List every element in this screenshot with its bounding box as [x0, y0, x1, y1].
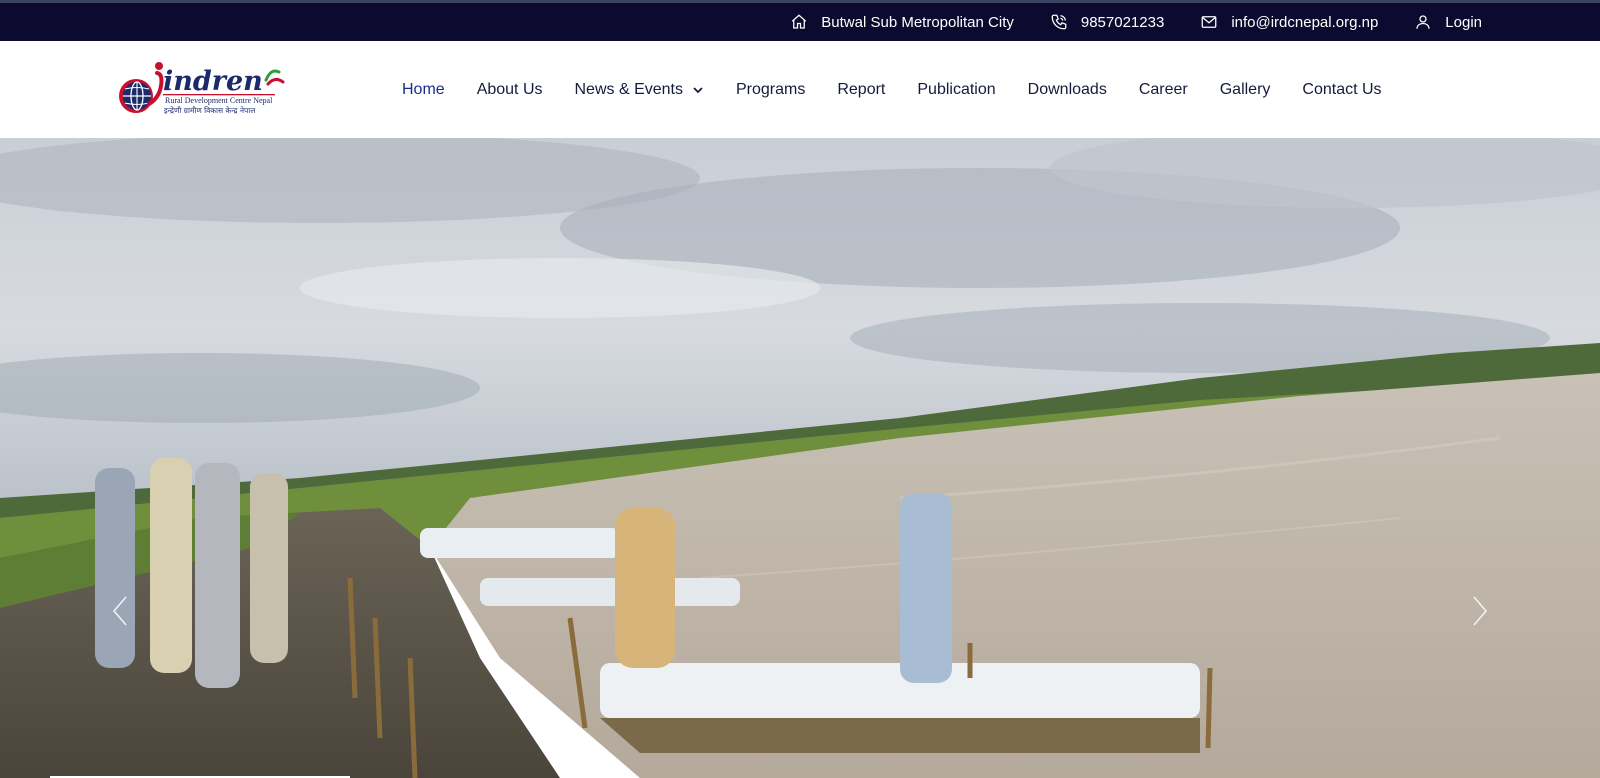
- logo-tagline-np: इन्द्रेणी ग्रामीण विकास केन्द्र नेपाल: [164, 106, 256, 115]
- top-contact-bar: Butwal Sub Metropolitan City 9857021233 …: [0, 0, 1600, 41]
- nav-career[interactable]: Career: [1139, 81, 1188, 99]
- home-icon: [792, 14, 807, 29]
- nav-home[interactable]: Home: [402, 81, 445, 99]
- slider-next-button[interactable]: [1468, 593, 1492, 629]
- login-link[interactable]: Login: [1414, 13, 1482, 31]
- nav-downloads[interactable]: Downloads: [1028, 81, 1107, 99]
- chevron-left-icon: [112, 596, 127, 626]
- email-text: info@irdcnepal.org.np: [1231, 13, 1379, 31]
- hero-image: [0, 138, 1600, 778]
- logo-tagline: Rural Development Centre Nepal: [165, 96, 273, 105]
- phone-icon: [1051, 14, 1067, 30]
- phone-link[interactable]: 9857021233: [1050, 13, 1164, 31]
- user-icon: [1416, 15, 1430, 29]
- slider-prev-button[interactable]: [108, 593, 132, 629]
- nav-news-events[interactable]: News & Events: [575, 81, 704, 99]
- location-text: Butwal Sub Metropolitan City: [821, 13, 1014, 31]
- location-link[interactable]: Butwal Sub Metropolitan City: [790, 13, 1014, 31]
- main-nav: Home About Us News & Events Programs Rep…: [402, 41, 1414, 138]
- phone-text: 9857021233: [1080, 13, 1165, 31]
- nav-publication[interactable]: Publication: [917, 81, 995, 99]
- email-link[interactable]: info@irdcnepal.org.np: [1200, 13, 1378, 31]
- nav-news-events-label: News & Events: [574, 80, 683, 98]
- mail-icon: [1201, 16, 1217, 28]
- hero-slider: [0, 138, 1600, 778]
- site-logo[interactable]: indren Rural Development Centre Nepal इन…: [117, 60, 287, 118]
- nav-programs[interactable]: Programs: [736, 81, 805, 99]
- chevron-down-icon: [693, 86, 703, 93]
- nav-contact-us[interactable]: Contact Us: [1302, 81, 1381, 99]
- logo-brand: indren: [163, 66, 263, 97]
- nav-report[interactable]: Report: [837, 81, 885, 99]
- login-text: Login: [1445, 13, 1482, 31]
- nav-about-us[interactable]: About Us: [477, 81, 543, 99]
- nav-gallery[interactable]: Gallery: [1220, 81, 1271, 99]
- globe-icon: [119, 79, 153, 113]
- chevron-right-icon: [1473, 596, 1488, 626]
- site-header: indren Rural Development Centre Nepal इन…: [0, 41, 1600, 138]
